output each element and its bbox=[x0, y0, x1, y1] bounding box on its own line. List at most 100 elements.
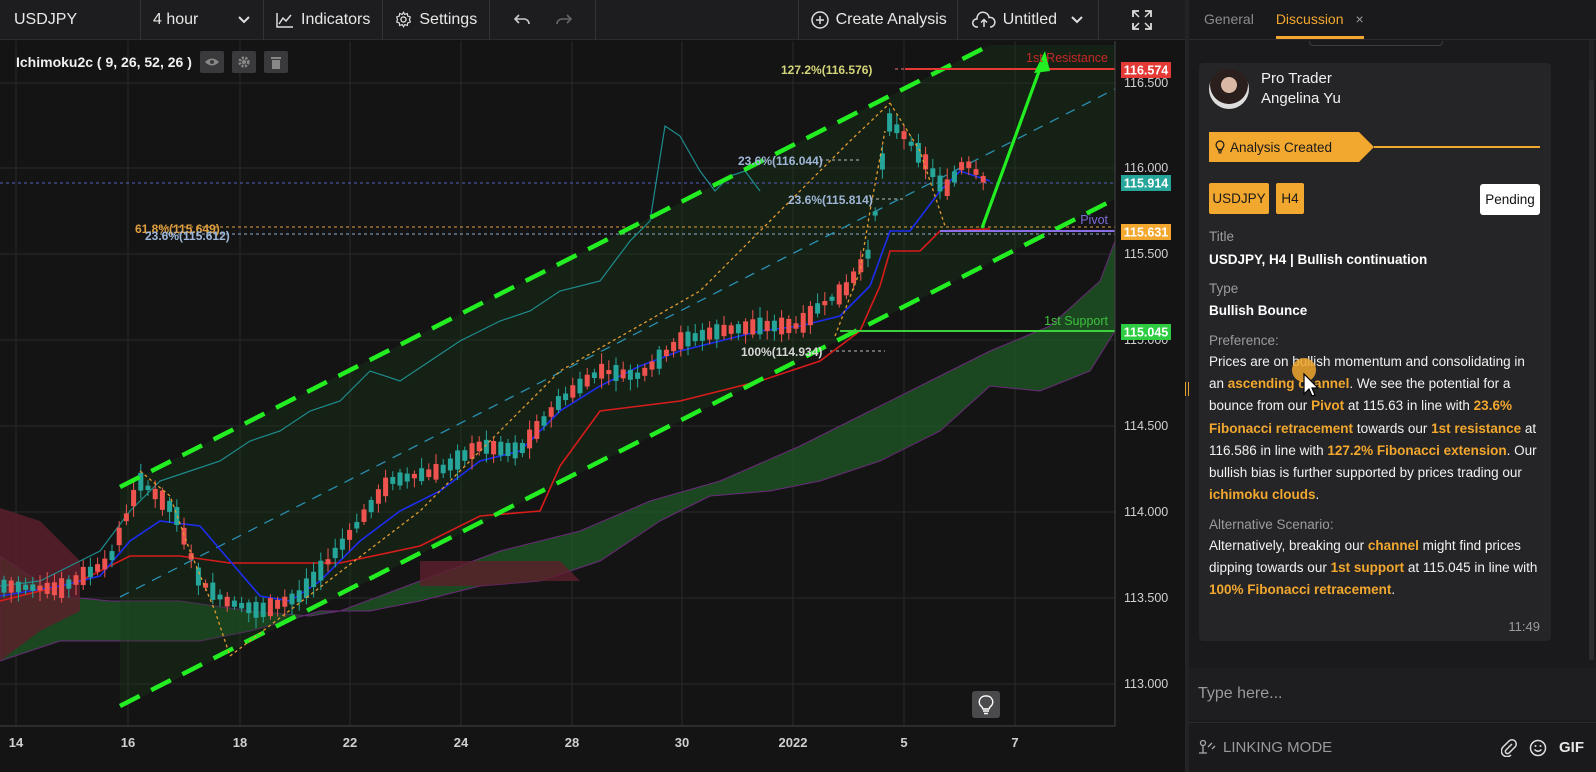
price-axis[interactable] bbox=[1115, 41, 1185, 772]
app-root: USDJPY 4 hour Indicators Settings Create… bbox=[0, 0, 1596, 772]
trash-icon[interactable] bbox=[263, 51, 288, 73]
emoji-icon[interactable] bbox=[1529, 739, 1547, 757]
link-1st-resistance[interactable]: 1st resistance bbox=[1431, 421, 1521, 436]
candle-body bbox=[253, 601, 259, 618]
time-axis-label: 18 bbox=[233, 735, 247, 750]
candle-body bbox=[51, 582, 57, 596]
candle-body bbox=[541, 416, 547, 426]
eye-icon[interactable] bbox=[199, 51, 224, 73]
candle-body bbox=[606, 370, 612, 375]
redo-icon[interactable] bbox=[555, 13, 573, 27]
candle-body bbox=[620, 369, 626, 379]
paperclip-icon[interactable] bbox=[1501, 738, 1517, 757]
candle-body bbox=[836, 284, 842, 305]
layout-selector[interactable]: Untitled bbox=[958, 0, 1099, 40]
price-chart[interactable]: 1st Resistance Pivot 1st Support 127.2%(… bbox=[0, 41, 1185, 772]
undo-redo-group bbox=[490, 0, 597, 40]
candle-body bbox=[188, 553, 194, 560]
gear-icon bbox=[395, 11, 412, 28]
candle-body bbox=[73, 575, 79, 585]
link-channel[interactable]: channel bbox=[1368, 538, 1419, 553]
indicators-button[interactable]: Indicators bbox=[264, 0, 384, 40]
candle-body bbox=[570, 385, 576, 398]
candle-body bbox=[332, 547, 338, 559]
preference-text-part: towards our bbox=[1353, 420, 1432, 436]
candle-body bbox=[109, 551, 115, 561]
candle-body bbox=[181, 527, 187, 545]
candle-body bbox=[37, 585, 43, 591]
candle-body bbox=[872, 211, 878, 216]
fullscreen-icon bbox=[1131, 9, 1153, 31]
plus-circle-icon bbox=[810, 10, 829, 29]
scrollbar-thumb[interactable] bbox=[1589, 80, 1594, 660]
link-pivot[interactable]: Pivot bbox=[1311, 398, 1344, 413]
link-ichimoku-clouds[interactable]: ichimoku clouds bbox=[1209, 487, 1316, 502]
candle-body bbox=[347, 529, 353, 540]
time-axis-label: 16 bbox=[121, 735, 135, 750]
line-chart-icon bbox=[276, 12, 294, 28]
linking-mode-toggle[interactable]: LINKING MODE bbox=[1197, 739, 1501, 757]
gear-icon[interactable] bbox=[231, 51, 256, 73]
avatar[interactable] bbox=[1209, 69, 1249, 109]
title-value: USDJPY, H4 | Bullish continuation bbox=[1209, 252, 1428, 267]
discussion-feed[interactable]: Pro Trader Angelina Yu Analysis Created … bbox=[1189, 41, 1596, 668]
message-input[interactable]: Type here... bbox=[1189, 668, 1596, 720]
settings-button[interactable]: Settings bbox=[383, 0, 491, 40]
candle-body bbox=[491, 441, 497, 455]
candle-body bbox=[419, 468, 425, 482]
candle-body bbox=[1, 579, 7, 593]
interval-badge[interactable]: H4 bbox=[1276, 183, 1304, 214]
candle-body bbox=[822, 301, 828, 306]
symbol-label: USDJPY bbox=[14, 10, 78, 28]
linking-mode-label: LINKING MODE bbox=[1223, 739, 1333, 756]
tab-general[interactable]: General bbox=[1204, 11, 1254, 39]
author-name[interactable]: Angelina Yu bbox=[1261, 89, 1341, 109]
candle-body bbox=[959, 162, 965, 171]
candle-body bbox=[361, 509, 367, 522]
link-fibonacci-extension[interactable]: 127.2% Fibonacci extension bbox=[1327, 443, 1506, 458]
interval-selector[interactable]: 4 hour bbox=[141, 0, 264, 40]
support-line-label: 1st Support bbox=[1044, 314, 1108, 328]
candle-body bbox=[685, 331, 691, 347]
candle-body bbox=[210, 582, 216, 600]
symbol-badge[interactable]: USDJPY bbox=[1209, 183, 1269, 214]
idea-button[interactable] bbox=[972, 691, 1000, 718]
close-icon[interactable]: × bbox=[1356, 11, 1364, 27]
symbol-selector[interactable]: USDJPY bbox=[0, 0, 141, 40]
price-tag-support: 115.045 bbox=[1121, 324, 1171, 340]
price-axis-label: 115.500 bbox=[1124, 247, 1168, 261]
candle-body bbox=[613, 364, 619, 382]
time-axis-label: 22 bbox=[343, 735, 357, 750]
link-ascending-channel[interactable]: ascending channel bbox=[1228, 376, 1350, 391]
candle-body bbox=[102, 558, 108, 570]
chart-toolbar: USDJPY 4 hour Indicators Settings Create… bbox=[0, 0, 1185, 40]
candle-body bbox=[318, 560, 324, 581]
chevron-down-icon bbox=[237, 15, 251, 25]
lightbulb-icon bbox=[978, 694, 994, 715]
link-fibonacci-100[interactable]: 100% Fibonacci retracement bbox=[1209, 582, 1391, 597]
candle-body bbox=[239, 603, 245, 609]
candle-body bbox=[901, 131, 907, 140]
candle-body bbox=[289, 593, 295, 605]
tab-discussion[interactable]: Discussion × bbox=[1275, 11, 1364, 39]
svg-text:115.045: 115.045 bbox=[1124, 326, 1169, 340]
analysis-card: Pro Trader Angelina Yu Analysis Created … bbox=[1199, 63, 1551, 641]
candle-body bbox=[246, 602, 252, 614]
time-axis[interactable] bbox=[0, 726, 1115, 772]
candle-body bbox=[519, 442, 525, 454]
undo-icon[interactable] bbox=[513, 13, 531, 27]
price-axis-label: 116.000 bbox=[1124, 161, 1168, 175]
create-analysis-button[interactable]: Create Analysis bbox=[799, 0, 958, 40]
fullscreen-button[interactable] bbox=[1099, 0, 1185, 40]
link-1st-support[interactable]: 1st support bbox=[1331, 560, 1405, 575]
preference-text-part: at 115.63 in line with bbox=[1344, 398, 1474, 414]
alternative-text-part: at 115.045 in line with bbox=[1404, 560, 1538, 576]
svg-text:115.631: 115.631 bbox=[1124, 226, 1169, 240]
candle-body bbox=[282, 596, 288, 607]
gif-button[interactable]: GIF bbox=[1559, 739, 1584, 756]
candle-body bbox=[390, 477, 396, 484]
candle-body bbox=[771, 320, 777, 332]
candle-body bbox=[555, 396, 561, 410]
chart-canvas[interactable]: 1st Resistance Pivot 1st Support 127.2%(… bbox=[0, 41, 1185, 772]
indicators-label: Indicators bbox=[301, 10, 371, 28]
